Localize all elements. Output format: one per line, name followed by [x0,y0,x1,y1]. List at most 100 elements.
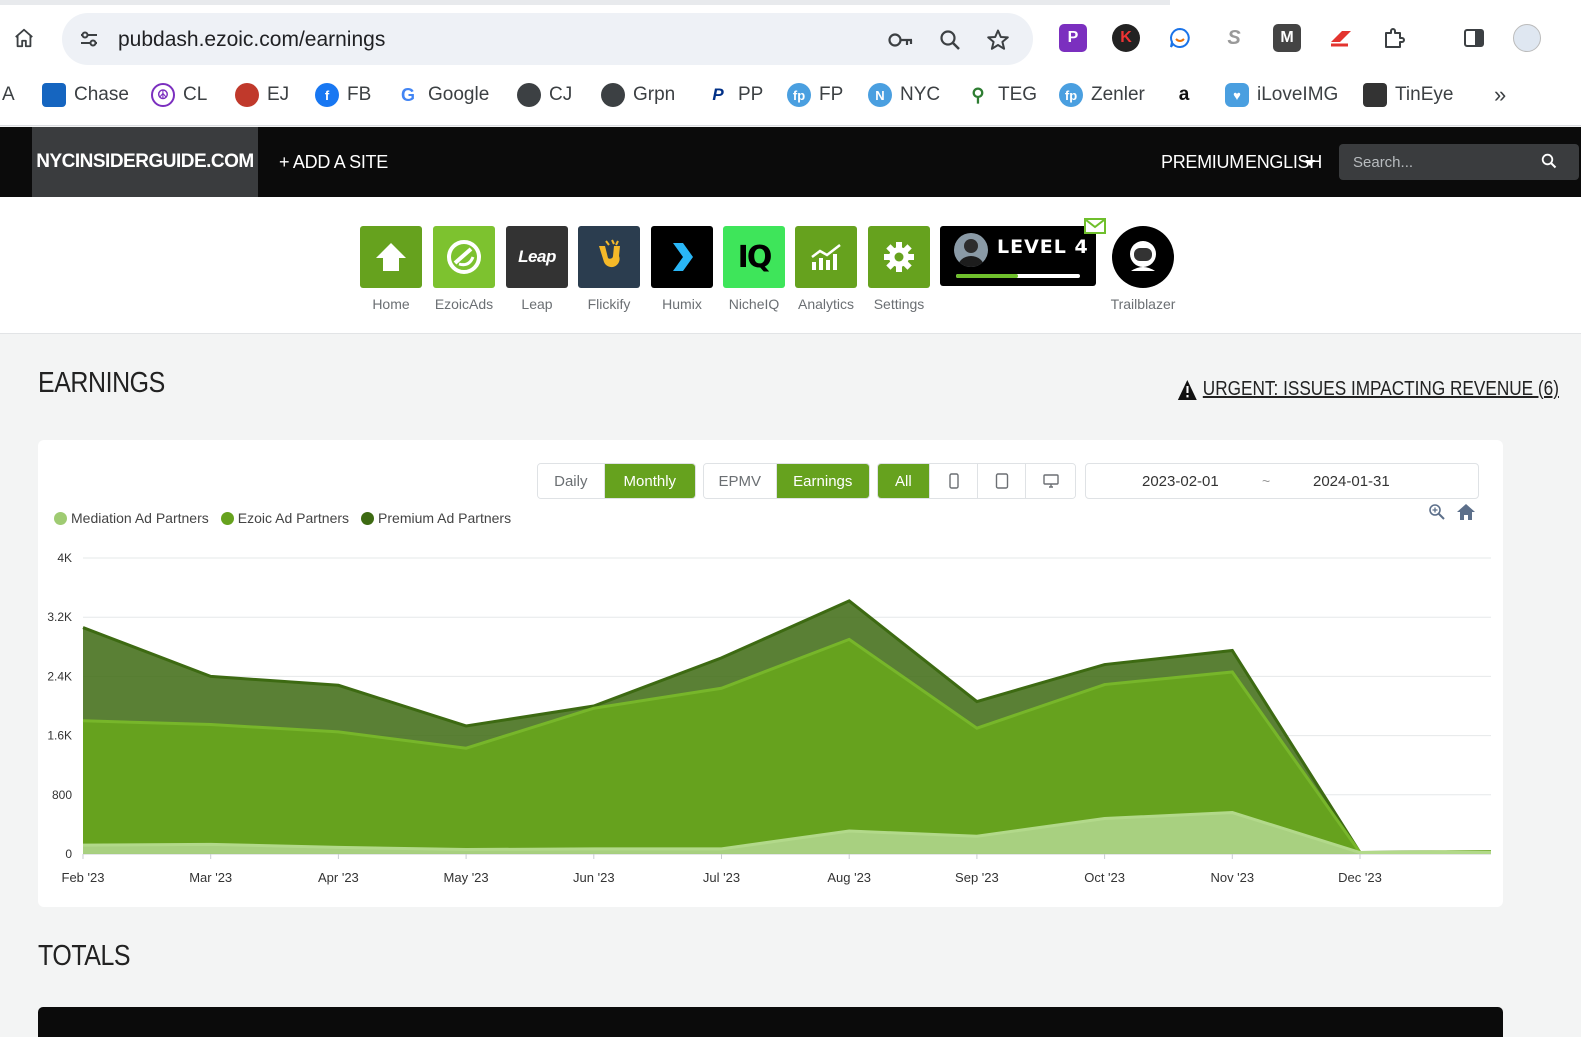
flickify-icon [578,226,640,288]
url-text[interactable]: pubdash.ezoic.com/earnings [118,28,385,52]
nicheiq-icon: IQ [723,226,785,288]
bookmark-cl[interactable]: ☮ CL [151,82,207,108]
add-site-link[interactable]: + ADD A SITE [279,152,388,173]
key-icon[interactable] [888,27,914,53]
app-navigation: Home EzoicAds Leap Leap Flickify Humix I… [0,197,1581,334]
home-icon [360,226,422,288]
chase-icon [42,83,66,107]
y-tick-label: 4K [57,551,72,565]
search-icon[interactable] [1541,153,1557,174]
ezoicads-icon [433,226,495,288]
x-tick-label: Aug '23 [827,870,871,885]
extension-chat-icon[interactable] [1166,24,1194,52]
more-bookmarks-button[interactable]: » [1494,82,1506,108]
level-progress [956,274,1080,278]
bookmark-fp[interactable]: fp FP [787,82,843,108]
side-panel-icon[interactable] [1460,24,1488,52]
bookmark-pp[interactable]: P PP [706,82,763,108]
x-tick-label: Apr '23 [318,870,359,885]
active-tab[interactable] [1170,0,1581,5]
earnings-chart-card: Daily Monthly EPMV Earnings All 2023-02-… [38,440,1503,907]
x-tick-label: May '23 [444,870,489,885]
x-tick-label: Jun '23 [573,870,615,885]
level-label: LEVEL 4 [997,236,1089,258]
amazon-icon: a [1172,83,1196,107]
site-info-icon[interactable] [78,28,100,50]
extension-s-icon[interactable]: S [1220,24,1248,52]
bookmark-ilovemg[interactable]: ♥ iLoveIMG [1225,82,1338,108]
bookmark-amazon[interactable]: a [1172,82,1204,108]
bookmark-a[interactable]: A [2,82,15,108]
fp-icon: fp [787,83,811,107]
globe-icon [601,83,625,107]
app-trailblazer[interactable]: Trailblazer [1110,226,1176,312]
home-icon[interactable] [10,24,38,52]
caret-down-icon [1305,160,1315,166]
bookmark-grpn[interactable]: Grpn [601,82,675,108]
mail-icon[interactable] [1084,218,1106,234]
ej-icon [235,83,259,107]
google-icon: G [396,83,420,107]
peace-icon: ☮ [151,83,175,107]
warning-icon [1177,379,1197,400]
bookmark-star-icon[interactable] [985,27,1011,53]
tineye-icon [1363,83,1387,107]
bookmark-ej[interactable]: EJ [235,82,289,108]
browser-chrome: pubdash.ezoic.com/earnings P K S M A Cha… [0,0,1581,126]
bookmark-zenler[interactable]: fp Zenler [1059,82,1145,108]
x-tick-label: Sep '23 [955,870,999,885]
globe-icon [517,83,541,107]
address-bar[interactable]: pubdash.ezoic.com/earnings [62,13,1033,65]
extension-m-icon[interactable]: M [1273,24,1301,52]
bookmark-tineye[interactable]: TinEye [1363,82,1453,108]
facebook-icon: f [315,83,339,107]
x-tick-label: Oct '23 [1084,870,1125,885]
heart-icon: ♥ [1225,83,1249,107]
astronaut-icon [1112,226,1174,288]
bookmark-chase[interactable]: Chase [42,82,129,108]
nyc-icon: N [868,83,892,107]
profile-avatar[interactable] [1513,24,1541,52]
area-ezoic-ad-partners [83,639,1491,853]
bookmark-nyc[interactable]: N NYC [868,82,940,108]
y-tick-label: 2.4K [47,669,72,683]
search-input[interactable] [1339,144,1539,180]
user-avatar [954,233,988,267]
fp-icon: fp [1059,83,1083,107]
extension-p-icon[interactable]: P [1059,24,1087,52]
y-tick-label: 0 [65,847,72,861]
analytics-icon [795,226,857,288]
y-tick-label: 800 [52,788,72,802]
x-tick-label: Nov '23 [1210,870,1254,885]
x-tick-label: Jul '23 [703,870,740,885]
x-tick-label: Mar '23 [189,870,232,885]
urgent-issues-link[interactable]: URGENT: ISSUES IMPACTING REVENUE (6) [1177,378,1559,401]
extensions-puzzle-icon[interactable] [1380,24,1408,52]
bookmark-teg[interactable]: ⚲ TEG [966,82,1037,108]
bookmarks-bar: A Chase ☮ CL EJ f FB G Google CJ Grpn P PP f… [0,74,1581,114]
paypal-icon: P [706,83,730,107]
extension-k-icon[interactable]: K [1112,24,1140,52]
gear-icon [868,226,930,288]
x-tick-label: Dec '23 [1338,870,1382,885]
bookmark-cj[interactable]: CJ [517,82,572,108]
y-tick-label: 3.2K [47,610,72,624]
magnifier-icon: ⚲ [966,83,990,107]
tab-strip [0,0,1581,5]
earnings-area-chart: 0 800 1.6K 2.4K 3.2K 4K Feb '23 Mar '23 Apr '23 M… [47,551,1492,885]
bookmark-fb[interactable]: f FB [315,82,371,108]
level-badge[interactable]: LEVEL 4 [940,218,1106,286]
totals-title: TOTALS [38,940,131,972]
x-tick-label: Feb '23 [62,870,105,885]
humix-icon [651,226,713,288]
app-settings[interactable]: Settings [868,226,930,312]
leap-icon: Leap [506,226,568,288]
y-tick-label: 1.6K [47,729,72,743]
extension-eraser-icon[interactable] [1327,24,1355,52]
premium-link[interactable]: PREMIUM [1161,152,1244,173]
site-selector[interactable]: NYCINSIDERGUIDE.COM [32,127,258,197]
site-search [1339,144,1579,180]
bookmark-google[interactable]: G Google [396,82,489,108]
zoom-icon[interactable] [937,27,963,53]
page-title: EARNINGS [38,367,165,399]
